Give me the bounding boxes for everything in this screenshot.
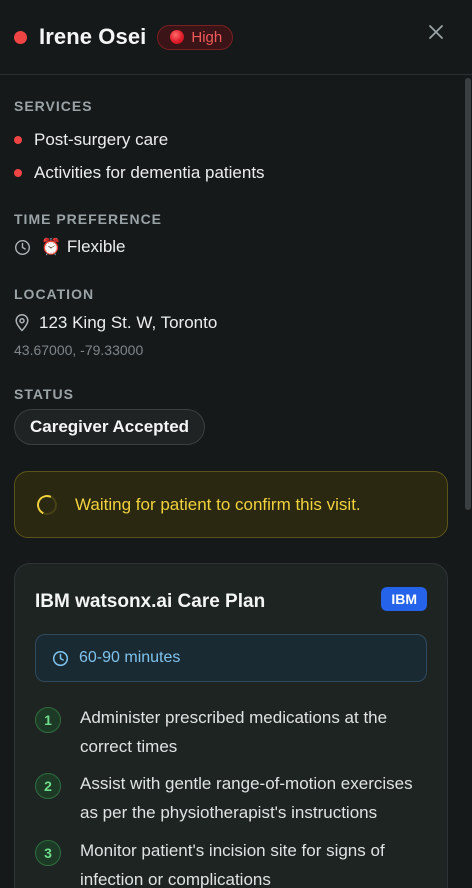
step-number: 2 <box>35 773 61 799</box>
service-item-label: Post-surgery care <box>34 130 169 149</box>
service-item: Post-surgery care <box>14 130 168 150</box>
priority-dot-icon <box>170 30 185 44</box>
service-item: Activities for dementia patients <box>14 163 265 183</box>
step-number: 1 <box>35 707 61 733</box>
visit-detail-panel: Irene Osei High SERVICES Post-surgery ca… <box>0 0 472 888</box>
location-row: 123 King St. W, Toronto <box>14 313 217 333</box>
location-label: LOCATION <box>14 286 95 302</box>
priority-badge: High <box>157 24 234 50</box>
panel-header: Irene Osei High <box>0 0 472 75</box>
alarm-clock-icon: ⏰ <box>41 239 61 256</box>
patient-name: Irene Osei <box>39 24 147 49</box>
services-label: SERVICES <box>14 98 93 114</box>
time-preference-row: ⏰ Flexible <box>14 237 126 257</box>
clock-icon <box>14 239 31 255</box>
service-item-label: Activities for dementia patients <box>34 163 265 182</box>
bullet-icon <box>14 169 22 177</box>
location-address: 123 King St. W, Toronto <box>39 313 218 332</box>
scrollbar[interactable] <box>464 76 472 888</box>
clock-icon <box>52 650 69 666</box>
care-plan-step: 2 Assist with gentle range-of-motion exe… <box>35 771 427 827</box>
bullet-icon <box>14 136 22 144</box>
care-plan-step: 3 Monitor patient's incision site for si… <box>35 838 427 888</box>
waiting-notice: Waiting for patient to confirm this visi… <box>14 471 448 538</box>
care-plan-duration: 60-90 minutes <box>35 634 427 682</box>
care-plan-title: IBM watsonx.ai Care Plan <box>35 591 266 612</box>
time-preference-value: Flexible <box>66 237 126 256</box>
status-badge: Caregiver Accepted <box>14 409 206 445</box>
step-text: Assist with gentle range-of-motion exerc… <box>80 774 413 822</box>
waiting-notice-text: Waiting for patient to confirm this visi… <box>75 494 361 514</box>
care-plan-step: 1 Administer prescribed medications at t… <box>35 705 427 761</box>
scrollbar-thumb[interactable] <box>465 78 471 510</box>
close-icon <box>429 25 443 39</box>
step-text: Administer prescribed medications at the… <box>80 708 388 756</box>
status-dot <box>14 30 27 44</box>
ibm-badge: IBM <box>381 587 427 611</box>
duration-value: 60-90 minutes <box>79 649 181 666</box>
step-number: 3 <box>35 840 61 866</box>
status-label: STATUS <box>14 386 74 402</box>
map-pin-icon <box>15 314 29 332</box>
priority-label: High <box>191 28 223 46</box>
time-preference-label: TIME PREFERENCE <box>14 211 163 227</box>
care-plan-card: IBM watsonx.ai Care Plan IBM 60-90 minut… <box>14 563 448 888</box>
step-text: Monitor patient's incision site for sign… <box>80 841 385 888</box>
spinner-icon <box>34 491 60 518</box>
close-button[interactable] <box>426 22 446 42</box>
location-coordinates: 43.67000, -79.33000 <box>14 342 144 358</box>
